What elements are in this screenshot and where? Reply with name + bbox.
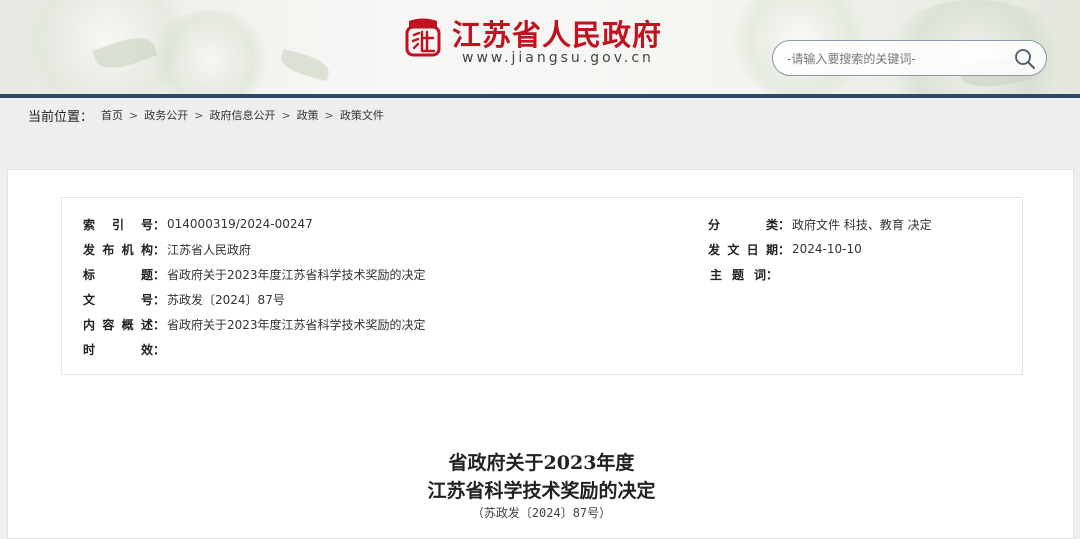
breadcrumb-separator: >	[194, 108, 204, 122]
meta-colon: ：	[153, 217, 166, 232]
meta-row-issue-date: 发文日期： 2024-10-10	[708, 240, 862, 258]
meta-row-category: 分类：政府文件 科技、教育 决定	[708, 215, 932, 233]
meta-colon: ：	[153, 267, 166, 282]
meta-label: 内容概述	[83, 317, 153, 332]
site-domain: www.jiangsu.gov.cn	[462, 50, 654, 66]
meta-colon: ：	[153, 242, 166, 257]
meta-row-publisher: 发布机构：江苏省人民政府	[83, 240, 251, 258]
meta-row-index: 索引号： 014000319/2024-00247	[83, 215, 313, 233]
document-title-line-1: 省政府关于2023年度	[448, 452, 635, 474]
document-title-line-2: 江苏省科学技术奖励的决定	[427, 480, 656, 502]
meta-value: 政府文件 科技、教育 决定	[792, 217, 932, 232]
document-metadata-table: 索引号： 014000319/2024-00247 发布机构：江苏省人民政府 标题…	[61, 197, 1023, 375]
meta-colon: ：	[153, 317, 166, 332]
meta-label: 分类	[708, 217, 778, 232]
breadcrumb-item-policy-documents[interactable]: 政策文件	[340, 107, 384, 123]
meta-value: 014000319/2024-00247	[167, 217, 313, 231]
breadcrumb-item-government-affairs[interactable]: 政务公开	[144, 107, 188, 123]
breadcrumb-separator: >	[324, 108, 334, 122]
meta-label: 发文日期	[708, 242, 778, 257]
flower-decoration	[150, 10, 270, 94]
meta-label: 时效	[83, 342, 153, 357]
meta-label: 标题	[83, 267, 153, 282]
meta-label: 文号	[83, 292, 153, 307]
meta-value: 江苏省人民政府	[167, 242, 252, 257]
breadcrumb-item-info-disclosure[interactable]: 政府信息公开	[209, 107, 275, 123]
breadcrumb-label: 当前位置：	[28, 109, 94, 125]
meta-value: 省政府关于2023年度江苏省科学技术奖励的决定	[167, 317, 426, 332]
meta-label: 主题词	[710, 267, 766, 282]
search-input[interactable]	[787, 49, 1007, 69]
leaf-decoration	[278, 48, 332, 82]
search-box	[772, 40, 1047, 76]
breadcrumb-item-policy[interactable]: 政策	[297, 107, 319, 123]
site-title[interactable]: 江苏省人民政府	[452, 12, 662, 52]
meta-row-title: 标题：省政府关于2023年度江苏省科学技术奖励的决定	[83, 265, 426, 283]
breadcrumb-item-home[interactable]: 首页	[101, 107, 123, 123]
breadcrumb-separator: >	[281, 108, 291, 122]
meta-value: 2024-10-10	[792, 242, 862, 256]
document-number: （苏政发〔2024〕87号）	[471, 506, 612, 520]
meta-label: 索引号	[83, 217, 153, 232]
meta-value: 苏政发〔2024〕87号	[167, 292, 285, 307]
document-card: 索引号： 014000319/2024-00247 发布机构：江苏省人民政府 标题…	[7, 169, 1074, 539]
meta-value: 省政府关于2023年度江苏省科学技术奖励的决定	[167, 267, 426, 282]
meta-row-validity: 时效：	[83, 340, 167, 358]
meta-label: 发布机构	[83, 242, 153, 257]
site-header: 江苏省人民政府 www.jiangsu.gov.cn	[0, 0, 1080, 94]
meta-colon: ：	[153, 342, 166, 357]
meta-colon: ：	[778, 242, 791, 257]
meta-row-doc-number: 文号：苏政发〔2024〕87号	[83, 290, 285, 308]
meta-colon: ：	[778, 217, 791, 232]
search-icon[interactable]	[1013, 47, 1037, 71]
breadcrumb: 当前位置： 首页 > 政务公开 > 政府信息公开 > 政策 > 政策文件	[0, 98, 1080, 132]
meta-colon: ：	[766, 267, 779, 282]
meta-colon: ：	[153, 292, 166, 307]
meta-row-keywords: 主题词：	[708, 265, 780, 283]
meta-row-summary: 内容概述：省政府关于2023年度江苏省科学技术奖励的决定	[83, 315, 426, 333]
jiangsu-emblem-icon[interactable]	[403, 17, 443, 59]
breadcrumb-separator: >	[129, 108, 139, 122]
